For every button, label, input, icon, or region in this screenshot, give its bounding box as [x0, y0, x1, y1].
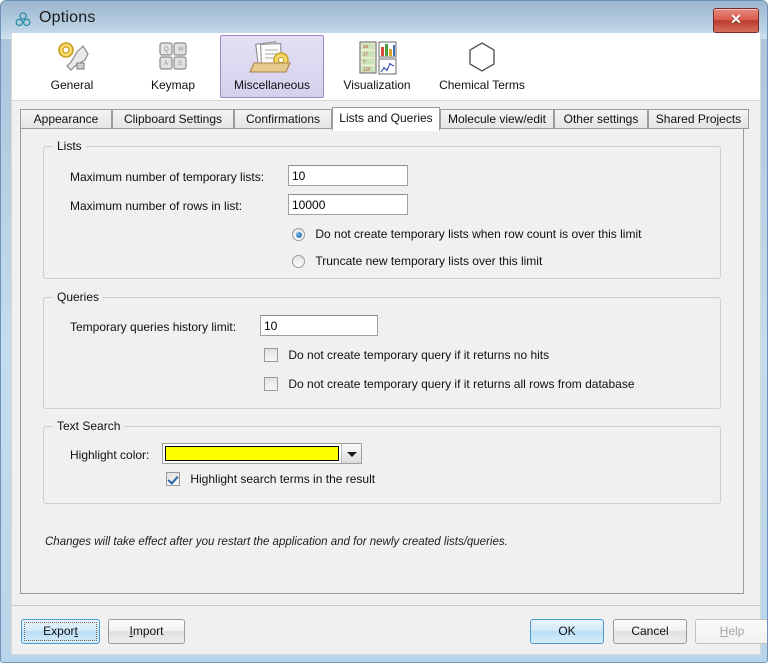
- documents-gear-icon: [221, 36, 323, 78]
- checkbox-icon[interactable]: [264, 377, 278, 391]
- checkbox-icon[interactable]: [166, 472, 180, 486]
- settings-panel: Appearance Clipboard Settings Confirmati…: [11, 100, 761, 607]
- close-button[interactable]: ✕: [713, 8, 759, 33]
- text-search-group-title: Text Search: [53, 419, 125, 433]
- checkbox-icon[interactable]: [264, 348, 278, 362]
- max-rows-label: Maximum number of rows in list:: [70, 199, 243, 213]
- tab-shared-projects[interactable]: Shared Projects: [648, 109, 749, 129]
- dialog-button-bar: Export Import OK Cancel Help: [11, 605, 767, 655]
- svg-text:120: 120: [363, 67, 371, 72]
- checkbox-label: Do not create temporary query if it retu…: [288, 377, 635, 391]
- help-button: Help: [695, 619, 767, 644]
- restart-note: Changes will take effect after you resta…: [45, 536, 508, 548]
- queries-group-title: Queries: [53, 290, 104, 304]
- tab-molecule-view-edit[interactable]: Molecule view/edit: [440, 109, 554, 129]
- chevron-down-icon[interactable]: [341, 444, 361, 463]
- tab-panel-lists-and-queries: Lists Maximum number of temporary lists:…: [20, 128, 744, 594]
- tab-other-settings[interactable]: Other settings: [554, 109, 648, 129]
- toolbar-item-chemical-terms[interactable]: Chemical Terms: [426, 35, 538, 98]
- highlight-color-swatch: [165, 446, 339, 461]
- svg-text:S: S: [178, 61, 182, 67]
- tab-lists-and-queries[interactable]: Lists and Queries: [332, 107, 440, 131]
- svg-text:Q: Q: [164, 47, 169, 53]
- toolbar-item-visualization[interactable]: 10 17 7 120 Visualization: [332, 35, 422, 98]
- options-window: Options ✕ General Q W A S Keymap Miscell…: [0, 0, 768, 663]
- checkbox-label: Do not create temporary query if it retu…: [288, 348, 550, 362]
- svg-text:W: W: [178, 47, 184, 53]
- charts-icon: 10 17 7 120: [333, 36, 421, 78]
- lists-group: Lists Maximum number of temporary lists:…: [43, 139, 721, 279]
- toolbar-item-miscellaneous[interactable]: Miscellaneous: [220, 35, 324, 98]
- max-temp-lists-input[interactable]: [288, 165, 408, 186]
- benzene-ring-icon: [427, 36, 537, 78]
- checkbox-all-rows[interactable]: Do not create temporary query if it retu…: [264, 377, 635, 391]
- toolbar-item-label: Keymap: [150, 78, 196, 92]
- checkbox-highlight-search-terms[interactable]: Highlight search terms in the result: [166, 472, 375, 486]
- close-icon: ✕: [730, 11, 742, 27]
- window-title: Options: [39, 9, 96, 26]
- checkbox-label: Highlight search terms in the result: [190, 472, 376, 486]
- ok-button[interactable]: OK: [530, 619, 604, 644]
- svg-text:17: 17: [363, 52, 368, 57]
- radio-label: Do not create temporary lists when row c…: [315, 227, 642, 241]
- gear-wrench-icon: [27, 36, 117, 78]
- cancel-button[interactable]: Cancel: [613, 619, 687, 644]
- export-button-label: Export: [43, 624, 78, 638]
- highlight-color-label: Highlight color:: [70, 448, 150, 462]
- svg-text:10: 10: [363, 44, 368, 49]
- history-limit-label: Temporary queries history limit:: [70, 320, 237, 334]
- toolbar-item-label: Miscellaneous: [233, 78, 311, 92]
- lists-group-title: Lists: [53, 139, 86, 153]
- tab-clipboard-settings[interactable]: Clipboard Settings: [112, 109, 234, 129]
- checkbox-no-hits[interactable]: Do not create temporary query if it retu…: [264, 348, 549, 362]
- text-search-group: Text Search Highlight color: Highlight s…: [43, 419, 721, 504]
- tab-appearance[interactable]: Appearance: [20, 109, 112, 129]
- import-button[interactable]: Import: [108, 619, 185, 644]
- max-rows-input[interactable]: [288, 194, 408, 215]
- radio-button-icon[interactable]: [292, 255, 305, 268]
- keyboard-keys-icon: Q W A S: [131, 36, 215, 78]
- toolbar-item-label: Chemical Terms: [439, 78, 525, 92]
- radio-truncate-temp-lists[interactable]: Truncate new temporary lists over this l…: [292, 254, 542, 268]
- toolbar-item-keymap[interactable]: Q W A S Keymap: [130, 35, 216, 98]
- svg-text:A: A: [164, 61, 168, 67]
- toolbar-item-label: General: [50, 78, 94, 92]
- export-button[interactable]: Export: [21, 619, 100, 644]
- import-button-label: Import: [129, 624, 164, 638]
- tab-confirmations[interactable]: Confirmations: [234, 109, 332, 129]
- toolbar-item-general[interactable]: General: [26, 35, 118, 98]
- category-toolbar: General Q W A S Keymap Miscellaneous 10 17…: [11, 33, 761, 101]
- max-temp-lists-label: Maximum number of temporary lists:: [70, 170, 265, 184]
- toolbar-item-label: Visualization: [343, 78, 411, 92]
- help-button-label: Help: [719, 624, 745, 638]
- radio-label: Truncate new temporary lists over this l…: [315, 254, 543, 268]
- queries-group: Queries Temporary queries history limit:…: [43, 290, 721, 409]
- highlight-color-combobox[interactable]: [162, 443, 362, 464]
- molecule-icon: [14, 11, 32, 29]
- radio-do-not-create-temp-lists[interactable]: Do not create temporary lists when row c…: [292, 227, 641, 241]
- radio-button-icon[interactable]: [292, 228, 305, 241]
- history-limit-input[interactable]: [260, 315, 378, 336]
